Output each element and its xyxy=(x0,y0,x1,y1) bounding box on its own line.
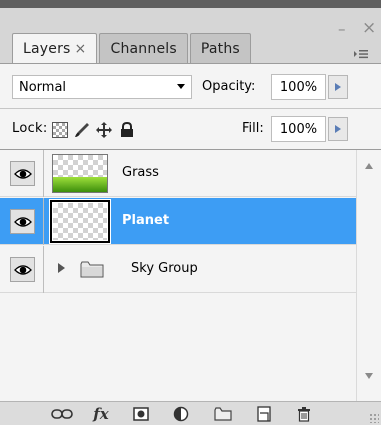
triangle-right-icon xyxy=(335,83,341,91)
triangle-right-icon xyxy=(335,125,341,133)
eye-icon xyxy=(13,216,32,227)
expand-arrow-icon[interactable] xyxy=(57,262,66,277)
scroll-up-icon[interactable] xyxy=(364,162,374,173)
visibility-toggle[interactable] xyxy=(10,209,35,234)
eye-icon xyxy=(13,168,32,179)
scrollbar[interactable] xyxy=(356,150,381,401)
tab-paths-label: Paths xyxy=(200,40,240,57)
blend-mode-dropdown[interactable]: Normal xyxy=(12,75,192,99)
layer-name[interactable]: Grass xyxy=(122,165,159,180)
layers-panel: – × Layers × Channels Paths Normal Opaci… xyxy=(0,0,381,425)
folder-icon xyxy=(80,261,104,278)
lock-all-icon[interactable] xyxy=(119,121,135,138)
visibility-toggle[interactable] xyxy=(10,257,35,282)
divider xyxy=(43,150,44,197)
delete-layer-icon[interactable] xyxy=(296,405,312,423)
fill-value: 100% xyxy=(279,121,318,137)
panel-body: Normal Opacity: 100% Lock: Fill: 100% Gr… xyxy=(0,63,381,425)
fill-field[interactable]: 100% xyxy=(271,116,326,142)
lock-image-pixels-icon[interactable] xyxy=(74,122,90,138)
lock-label: Lock: xyxy=(12,121,48,136)
layer-row-sky-group[interactable]: Sky Group xyxy=(0,246,356,293)
visibility-toggle[interactable] xyxy=(10,161,35,186)
layer-thumbnail xyxy=(52,154,108,193)
lock-transparent-pixels-icon[interactable] xyxy=(52,122,68,138)
link-layers-icon[interactable] xyxy=(50,405,74,423)
minimize-icon[interactable]: – xyxy=(338,22,346,37)
fill-slider-button[interactable] xyxy=(328,117,348,141)
opacity-value: 100% xyxy=(279,79,318,95)
panel-menu-icon[interactable] xyxy=(354,48,368,63)
resize-grip-icon[interactable] xyxy=(369,413,379,423)
eye-icon xyxy=(13,264,32,275)
panel-top-rim xyxy=(0,0,381,8)
layer-name[interactable]: Planet xyxy=(122,213,169,228)
scroll-down-icon[interactable] xyxy=(364,372,374,383)
tab-channels-label: Channels xyxy=(110,40,177,57)
layer-mask-icon[interactable] xyxy=(132,405,150,423)
blend-mode-value: Normal xyxy=(19,79,67,95)
lock-row: Lock: Fill: 100% xyxy=(0,109,381,149)
adjustment-layer-icon[interactable] xyxy=(172,405,190,423)
layer-name[interactable]: Sky Group xyxy=(131,261,198,276)
tab-close-icon[interactable]: × xyxy=(75,41,87,57)
opacity-field[interactable]: 100% xyxy=(271,74,326,100)
tab-layers[interactable]: Layers × xyxy=(12,33,98,64)
layers-footer: fx xyxy=(0,401,381,425)
layer-style-icon[interactable]: fx xyxy=(90,405,112,423)
divider xyxy=(43,198,44,245)
tab-paths[interactable]: Paths xyxy=(189,33,251,63)
new-layer-icon[interactable] xyxy=(256,405,272,423)
fill-label: Fill: xyxy=(242,121,264,136)
opacity-slider-button[interactable] xyxy=(328,75,348,99)
chevron-down-icon xyxy=(175,80,187,95)
tab-channels[interactable]: Channels xyxy=(99,33,188,63)
lock-position-icon[interactable] xyxy=(96,122,112,138)
layer-row-grass[interactable]: Grass xyxy=(0,150,356,197)
opacity-label: Opacity: xyxy=(202,79,256,94)
blend-row: Normal Opacity: 100% xyxy=(0,64,381,108)
close-icon[interactable]: × xyxy=(362,20,376,37)
new-group-icon[interactable] xyxy=(213,405,233,423)
panel-tabs: Layers × Channels Paths xyxy=(12,33,253,64)
layer-thumbnail xyxy=(52,202,108,241)
divider xyxy=(43,246,44,293)
tab-layers-label: Layers xyxy=(23,41,71,57)
layers-list: Grass Planet Sky Group xyxy=(0,150,356,401)
layer-row-planet[interactable]: Planet xyxy=(0,198,356,245)
grass-preview xyxy=(53,177,107,192)
